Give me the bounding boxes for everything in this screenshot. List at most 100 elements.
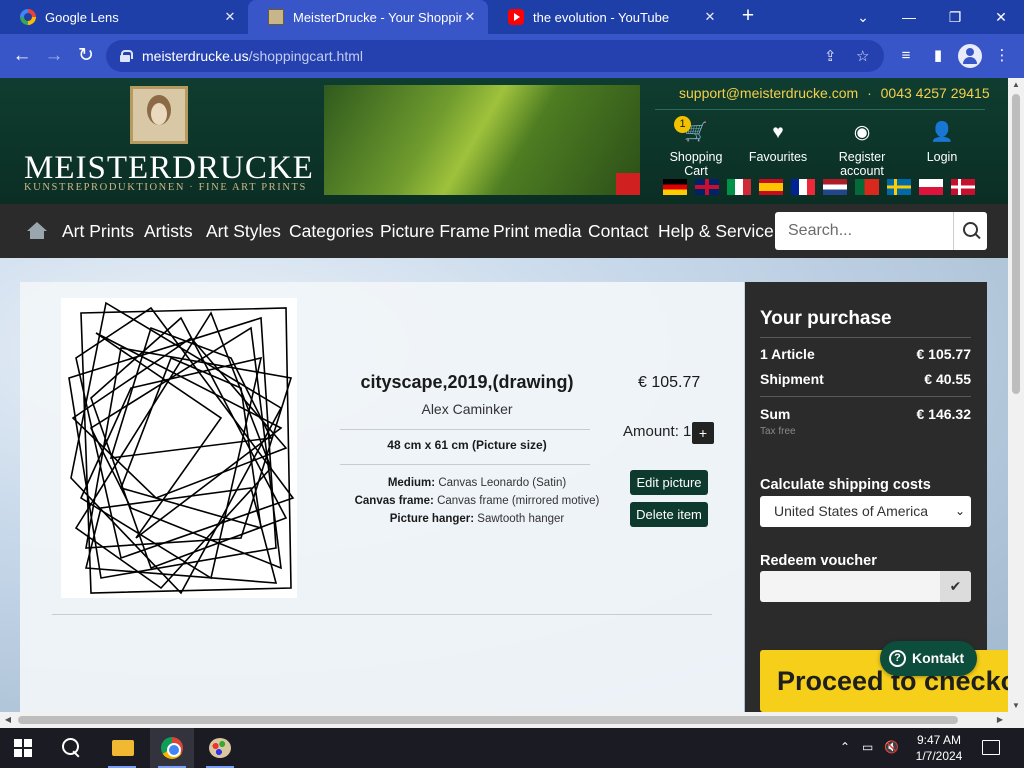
chrome-app[interactable]: [150, 728, 194, 768]
close-window-button[interactable]: ✕: [978, 0, 1024, 34]
scroll-left-icon[interactable]: ◀: [0, 712, 16, 728]
flag-de-icon[interactable]: [663, 179, 687, 195]
nav-artists[interactable]: Artists: [144, 221, 193, 242]
clock-date: 1/7/2024: [915, 749, 963, 763]
flag-es-icon[interactable]: [759, 179, 783, 195]
google-lens-icon: [20, 9, 36, 25]
logo-tagline: KUNSTREPRODUKTIONEN · FINE ART PRINTS: [24, 182, 307, 193]
flag-dk-icon[interactable]: [951, 179, 975, 195]
user-circle-icon: ◉: [853, 122, 871, 143]
kontakt-chat-button[interactable]: ? Kontakt: [880, 641, 977, 676]
lock-icon[interactable]: [120, 50, 133, 62]
network-icon[interactable]: ▭: [862, 740, 873, 754]
tab-title: the evolution - YouTube: [533, 9, 670, 25]
more-menu-icon[interactable]: ⋮: [990, 44, 1014, 68]
reload-icon[interactable]: ↻: [74, 44, 98, 68]
close-icon[interactable]: ✕: [222, 9, 238, 25]
nav-contact[interactable]: Contact: [588, 221, 648, 242]
windows-start-icon[interactable]: [14, 739, 32, 757]
search-icon[interactable]: [953, 212, 987, 250]
shopping-cart-link[interactable]: 🛒 Shopping Cart: [658, 122, 734, 178]
scroll-up-icon[interactable]: ▲: [1008, 80, 1024, 89]
url-bar[interactable]: meisterdrucke.us/shoppingcart.html ⇪ ☆: [106, 40, 884, 72]
tab-search-chevron-icon[interactable]: ⌄: [840, 0, 886, 34]
nav-art-prints[interactable]: Art Prints: [62, 221, 134, 242]
nav-picture-frame[interactable]: Picture Frame: [380, 221, 490, 242]
artwork-artist[interactable]: Alex Caminker: [340, 401, 594, 417]
register-account-link[interactable]: ◉ Register account: [817, 122, 907, 178]
amount-value: 1: [683, 423, 692, 440]
picture-hanger-label: Picture hanger:: [389, 513, 475, 525]
vertical-scroll-thumb[interactable]: [1012, 94, 1020, 394]
paint-app[interactable]: [198, 728, 242, 768]
delete-item-button[interactable]: Delete item: [630, 502, 708, 527]
chevron-down-icon: ⌄: [954, 504, 965, 518]
file-explorer-app[interactable]: [100, 728, 144, 768]
kontakt-label: Kontakt: [912, 650, 965, 666]
new-tab-button[interactable]: +: [737, 5, 759, 27]
country-select[interactable]: United States of America ⌄: [760, 496, 971, 527]
close-icon[interactable]: ✕: [702, 9, 718, 25]
notification-icon[interactable]: [982, 740, 1000, 755]
nav-categories[interactable]: Categories: [289, 221, 374, 242]
voucher-input[interactable]: ✔: [760, 571, 971, 602]
item-divider: [340, 464, 590, 465]
scroll-down-icon[interactable]: ▼: [1008, 701, 1024, 710]
tab-google-lens[interactable]: Google Lens ✕: [0, 0, 248, 34]
artwork-options: Medium: Canvas Leonardo (Satin) Canvas f…: [340, 474, 614, 528]
logo-portrait-icon[interactable]: [130, 86, 188, 144]
support-email-link[interactable]: support@meisterdrucke.com: [679, 85, 858, 101]
favourites-link[interactable]: ♥ Favourites: [748, 122, 808, 164]
show-hidden-icons-chevron-icon[interactable]: ⌃: [840, 740, 850, 754]
vertical-scrollbar[interactable]: ▲ ▼: [1008, 78, 1024, 712]
back-arrow-icon[interactable]: ←: [10, 44, 34, 68]
minimize-button[interactable]: —: [886, 0, 932, 34]
clock-time: 9:47 AM: [916, 733, 962, 747]
edit-picture-button[interactable]: Edit picture: [630, 470, 708, 495]
artwork-thumbnail[interactable]: [61, 298, 297, 598]
flag-fr-icon[interactable]: [791, 179, 815, 195]
item-price: € 105.77: [638, 374, 701, 391]
meisterdrucke-icon: [268, 9, 284, 25]
horizontal-scroll-thumb[interactable]: [18, 716, 958, 724]
browser-tab-strip: Google Lens ✕ MeisterDrucke - Your Shopp…: [0, 0, 1024, 34]
share-icon[interactable]: ⇪: [824, 47, 837, 65]
taskbar-search-icon[interactable]: [60, 737, 82, 759]
home-icon[interactable]: [27, 222, 47, 240]
forward-arrow-icon[interactable]: →: [42, 44, 66, 68]
item-amount: Amount: 1: [623, 423, 691, 440]
side-panel-icon[interactable]: ▮: [926, 44, 950, 68]
heart-icon: ♥: [772, 122, 784, 143]
support-phone[interactable]: 0043 4257 29415: [881, 85, 990, 101]
tab-meisterdrucke[interactable]: MeisterDrucke - Your Shopping ✕: [248, 0, 488, 34]
header-banner-image[interactable]: [324, 85, 640, 195]
tab-title: Google Lens: [45, 9, 119, 25]
system-clock[interactable]: 9:47 AM 1/7/2024: [905, 732, 973, 764]
media-control-icon[interactable]: ≡: [894, 44, 918, 68]
star-icon[interactable]: ☆: [856, 47, 869, 65]
flag-pt-icon[interactable]: [855, 179, 879, 195]
shipping-costs-title: Calculate shipping costs: [760, 477, 931, 493]
youtube-icon: [508, 9, 524, 25]
horizontal-scrollbar[interactable]: ◀ ▶: [0, 712, 1024, 728]
flag-nl-icon[interactable]: [823, 179, 847, 195]
tab-youtube[interactable]: the evolution - YouTube ✕: [488, 0, 728, 34]
flag-se-icon[interactable]: [887, 179, 911, 195]
volume-muted-icon[interactable]: 🔇: [884, 740, 899, 754]
cart-icon: 🛒: [684, 122, 708, 143]
login-link[interactable]: 👤 Login: [920, 122, 964, 164]
flag-pl-icon[interactable]: [919, 179, 943, 195]
scroll-right-icon[interactable]: ▶: [992, 712, 1008, 728]
nav-print-media[interactable]: Print media: [493, 221, 582, 242]
search-input[interactable]: [775, 212, 951, 250]
flag-gb-icon[interactable]: [695, 179, 719, 195]
profile-avatar-icon[interactable]: [958, 44, 982, 68]
nav-art-styles[interactable]: Art Styles: [206, 221, 281, 242]
checkmark-icon[interactable]: ✔: [940, 571, 971, 602]
flag-it-icon[interactable]: [727, 179, 751, 195]
close-icon[interactable]: ✕: [462, 9, 478, 25]
artwork-title[interactable]: cityscape,2019,(drawing): [340, 372, 594, 393]
increase-amount-button[interactable]: +: [692, 422, 714, 444]
nav-help-service[interactable]: Help & Service: [658, 221, 774, 242]
restore-button[interactable]: ❐: [932, 0, 978, 34]
